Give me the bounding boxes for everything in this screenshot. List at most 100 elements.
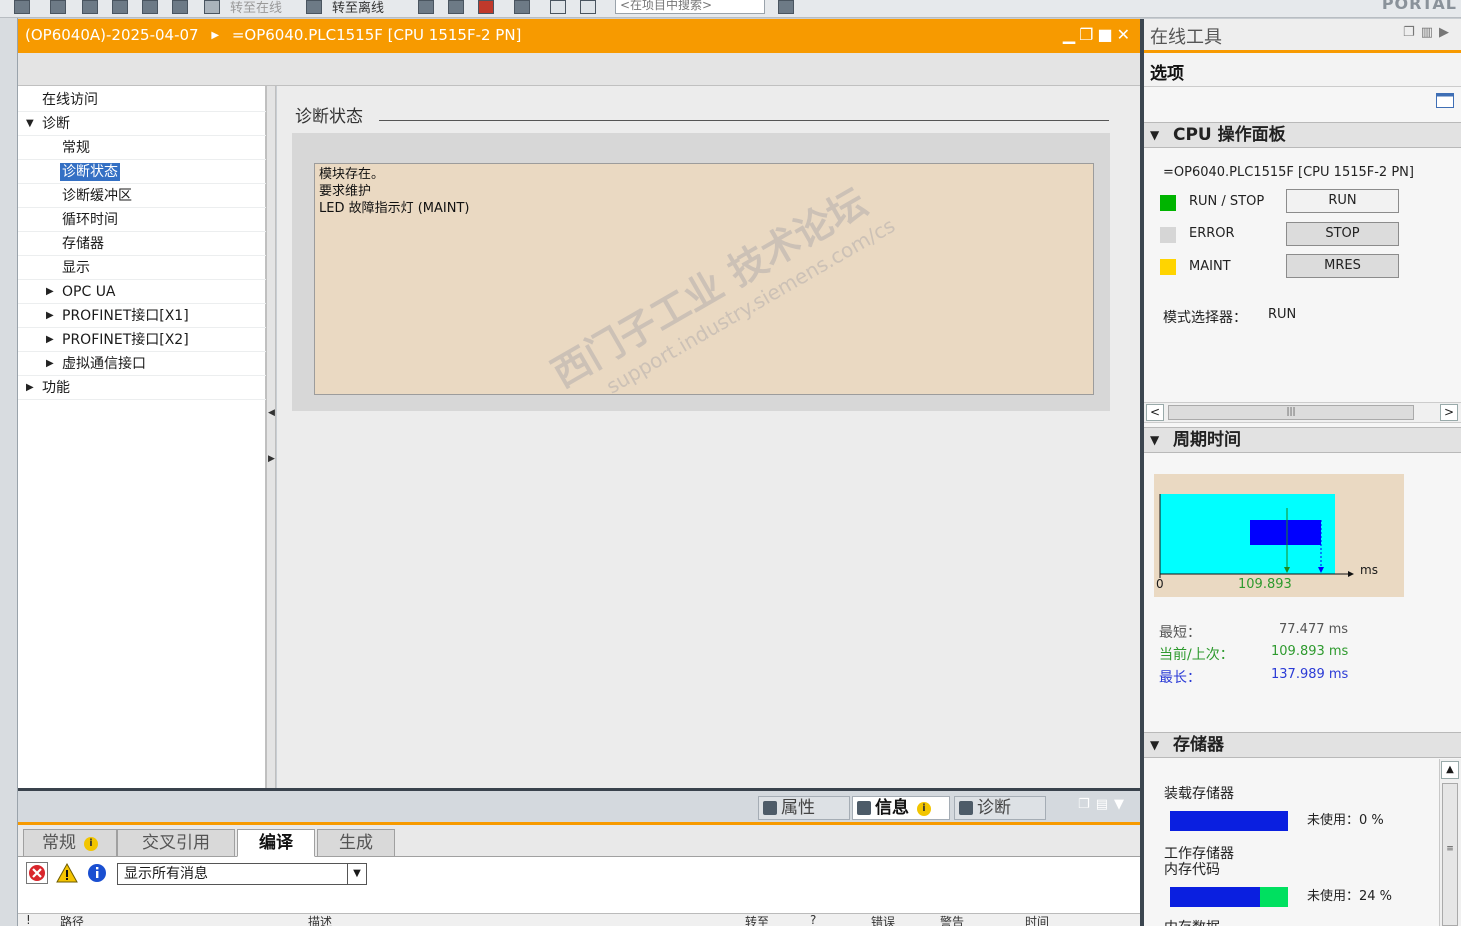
column-header[interactable]: ! xyxy=(26,914,31,926)
close-icon[interactable]: ✕ xyxy=(1117,25,1134,44)
split-vertical-icon[interactable] xyxy=(580,0,596,14)
scroll-left-icon[interactable]: < xyxy=(1146,404,1164,421)
tab-info[interactable]: 信息 i xyxy=(852,796,950,820)
tools-icon[interactable] xyxy=(514,0,530,14)
expanded-arrow-icon[interactable]: ▼ xyxy=(26,112,34,136)
compile-icon[interactable] xyxy=(142,0,158,14)
axis-arrow-icon xyxy=(1348,571,1354,577)
go-online-icon[interactable] xyxy=(204,0,220,14)
scroll-thumb[interactable]: ≡ xyxy=(1442,783,1458,926)
tree-item-diagnostic-buffer[interactable]: 诊断缓冲区 xyxy=(18,184,266,208)
search-go-icon[interactable] xyxy=(778,0,794,14)
go-offline-icon[interactable] xyxy=(306,0,322,14)
float-icon[interactable]: ❐ xyxy=(1078,797,1096,812)
status-line: LED 故障指示灯 (MAINT) xyxy=(319,201,470,216)
column-header[interactable]: 时间 xyxy=(1025,914,1049,926)
window-layout-icon[interactable] xyxy=(1436,93,1454,108)
pane-controls: ❐▥▶ xyxy=(1403,25,1455,40)
tab-properties[interactable]: 属性 xyxy=(758,796,850,820)
horizontal-scrollbar[interactable]: < ||| > xyxy=(1144,402,1461,423)
breadcrumb-project[interactable]: (OP6040A)-2025-04-07 xyxy=(25,26,199,44)
mres-button[interactable]: MRES xyxy=(1286,254,1399,278)
warning-filter-icon[interactable] xyxy=(56,862,78,884)
scroll-right-icon[interactable]: > xyxy=(1440,404,1458,421)
min-cycle-label: 最短： xyxy=(1159,625,1201,641)
error-filter-icon[interactable] xyxy=(26,862,48,884)
layout-icon[interactable]: ▥ xyxy=(1421,25,1439,40)
expand-right-icon[interactable]: ▶ xyxy=(268,454,275,464)
go-online-button[interactable]: 转至在线 xyxy=(230,0,282,16)
cross-reference-icon[interactable] xyxy=(448,0,464,14)
tree-item-online-access[interactable]: 在线访问 xyxy=(18,88,266,112)
portal-brand: PORTAL xyxy=(1381,0,1457,13)
tree-item-display[interactable]: 显示 xyxy=(18,256,266,280)
tree-item-memory[interactable]: 存储器 xyxy=(18,232,266,256)
scroll-thumb[interactable]: ||| xyxy=(1168,405,1414,420)
cycle-time-header[interactable]: ▼ 周期时间 xyxy=(1144,427,1461,453)
upload-icon[interactable] xyxy=(112,0,128,14)
inspector-window-controls: ❐▤▼ xyxy=(1078,797,1130,812)
column-header[interactable]: ? xyxy=(810,914,816,926)
project-search-input[interactable]: <在项目中搜索> xyxy=(615,0,765,14)
cpu-panel-header[interactable]: ▼ CPU 操作面板 xyxy=(1144,122,1461,148)
section-title: 存储器 xyxy=(1173,735,1224,755)
info-filter-icon[interactable] xyxy=(86,862,108,884)
collapsed-arrow-icon[interactable]: ▶ xyxy=(46,352,54,376)
column-header[interactable]: 路径 xyxy=(60,914,84,926)
breadcrumb-device[interactable]: =OP6040.PLC1515F [CPU 1515F-2 PN] xyxy=(232,26,522,44)
split-horizontal-icon[interactable] xyxy=(550,0,566,14)
tree-item-general[interactable]: 常规 xyxy=(18,136,266,160)
split-icon[interactable]: ▤ xyxy=(1096,797,1114,812)
collapsed-arrow-icon[interactable]: ▶ xyxy=(26,376,34,400)
collapse-left-icon[interactable]: ◀ xyxy=(268,408,275,418)
memory-header[interactable]: ▼ 存储器 xyxy=(1144,732,1461,758)
column-header[interactable]: 错误 xyxy=(871,914,895,926)
chevron-down-icon[interactable]: ▼ xyxy=(1150,733,1159,758)
scroll-up-icon[interactable]: ▲ xyxy=(1441,761,1459,779)
print-icon[interactable] xyxy=(50,0,66,14)
load-memory-bar xyxy=(1170,811,1288,831)
maximize-icon[interactable]: ■ xyxy=(1097,25,1116,44)
run-button[interactable]: RUN xyxy=(1286,189,1399,213)
tree-item-opc-ua[interactable]: ▶ OPC UA xyxy=(18,280,266,304)
subtab-general[interactable]: 常规 i xyxy=(23,829,117,857)
subtab-compile[interactable]: 编译 xyxy=(237,829,315,857)
tree-item-diagnostic-status[interactable]: 诊断状态 xyxy=(18,160,266,184)
collapsed-arrow-icon[interactable]: ▶ xyxy=(46,328,54,352)
tree-item-diagnostics[interactable]: ▼ 诊断 xyxy=(18,112,266,136)
tree-item-cycle-time[interactable]: 循环时间 xyxy=(18,208,266,232)
subtab-generate[interactable]: 生成 xyxy=(317,829,395,857)
tree-item-functions[interactable]: ▶ 功能 xyxy=(18,376,266,400)
accessible-devices-icon[interactable] xyxy=(418,0,434,14)
vertical-scrollbar[interactable]: ▲ ≡ xyxy=(1439,759,1461,926)
tree-item-profinet-x1[interactable]: ▶ PROFINET接口[X1] xyxy=(18,304,266,328)
collapsed-arrow-icon[interactable]: ▶ xyxy=(46,280,54,304)
column-header[interactable]: 描述 xyxy=(308,914,332,926)
tree-item-virtual-interface[interactable]: ▶ 虚拟通信接口 xyxy=(18,352,266,376)
restore-icon[interactable]: ❐ xyxy=(1079,25,1097,44)
download-icon[interactable] xyxy=(82,0,98,14)
subtab-cross-reference[interactable]: 交叉引用 xyxy=(117,829,235,857)
message-filter-select[interactable]: 显示所有消息 ▼ xyxy=(117,863,367,885)
load-memory-label: 装载存储器 xyxy=(1164,786,1234,802)
column-header[interactable]: 警告 xyxy=(940,914,964,926)
simulation-icon[interactable] xyxy=(172,0,188,14)
tree-item-profinet-x2[interactable]: ▶ PROFINET接口[X2] xyxy=(18,328,266,352)
chevron-down-icon[interactable]: ▼ xyxy=(347,864,366,884)
minimize-icon[interactable]: ▁ xyxy=(1063,25,1079,44)
tab-diagnostics[interactable]: 诊断 xyxy=(954,796,1046,820)
tree-item-label: 功能 xyxy=(42,380,70,396)
column-header[interactable]: 转至 xyxy=(745,914,769,926)
tree-splitter[interactable]: ◀ ▶ xyxy=(266,86,276,788)
stop-cpu-icon[interactable] xyxy=(478,0,494,14)
float-icon[interactable]: ❐ xyxy=(1403,25,1421,40)
chevron-down-icon[interactable]: ▼ xyxy=(1150,123,1159,148)
chevron-down-icon[interactable]: ▼ xyxy=(1150,428,1159,453)
left-collapse-strip[interactable] xyxy=(0,18,18,926)
collapse-icon[interactable]: ▼ xyxy=(1114,797,1130,812)
collapsed-arrow-icon[interactable]: ▶ xyxy=(46,304,54,328)
go-offline-button[interactable]: 转至离线 xyxy=(332,0,384,16)
collapse-right-icon[interactable]: ▶ xyxy=(1439,25,1455,40)
save-icon[interactable] xyxy=(14,0,30,14)
stop-button[interactable]: STOP xyxy=(1286,222,1399,246)
